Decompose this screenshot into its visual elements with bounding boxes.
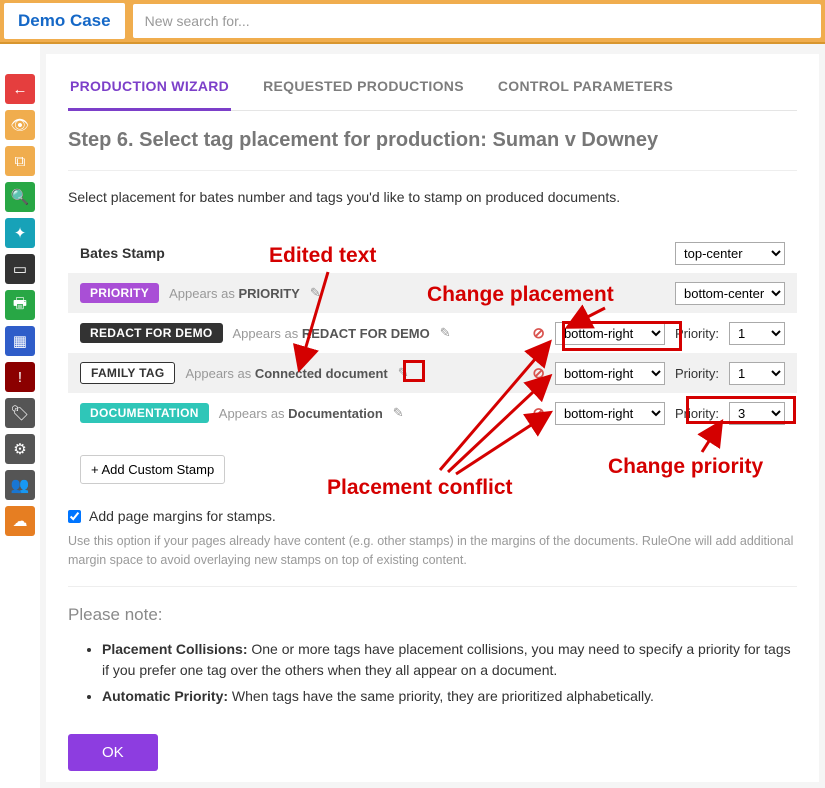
ok-button[interactable]: OK [68,734,158,771]
search-input[interactable] [133,4,821,38]
sidebar-button-2[interactable]: ⧉ [5,146,35,176]
notes-list: Placement Collisions: One or more tags h… [102,639,797,708]
add-custom-stamp-button[interactable]: + Add Custom Stamp [80,455,225,484]
sidebar-button-11[interactable]: 👥 [5,470,35,500]
tag-chip: REDACT FOR DEMO [80,323,223,343]
margins-label: Add page margins for stamps. [89,508,276,524]
stamp-rows: Bates Stamp top-centerbottom-centerbottom… [68,233,797,433]
tag-row: DOCUMENTATION Appears as Documentation ✎ ⊘ t… [68,393,797,433]
tag-chip: PRIORITY [80,283,159,303]
bates-placement-select[interactable]: top-centerbottom-centerbottom-rightbotto… [675,242,785,265]
note-auto: Automatic Priority: When tags have the s… [102,686,797,708]
appears-as-text: Appears as Connected document [185,366,387,381]
priority-label: Priority: [675,366,719,381]
sidebar-button-6[interactable]: 🖶 [5,290,35,320]
pencil-icon[interactable]: ✎ [393,405,404,421]
conflict-warning-icon: ⊘ [532,364,545,382]
sidebar-button-7[interactable]: ▦ [5,326,35,356]
sidebar-button-9[interactable]: 🏷 [5,398,35,428]
intro-text: Select placement for bates number and ta… [68,189,797,205]
tab-control-parameters[interactable]: CONTROL PARAMETERS [496,68,675,110]
note-collision: Placement Collisions: One or more tags h… [102,639,797,682]
bates-label: Bates Stamp [80,245,665,261]
appears-as-text: Appears as PRIORITY [169,286,300,301]
sidebar-button-4[interactable]: ✦ [5,218,35,248]
sidebar-button-1[interactable]: 👁 [5,110,35,140]
priority-select[interactable]: 12345 [729,402,785,425]
tag-row: PRIORITY Appears as PRIORITY ✎ top-centerbo… [68,273,797,313]
step-title: Step 6. Select tag placement for product… [68,129,797,152]
priority-label: Priority: [675,326,719,341]
appears-as-text: Appears as Documentation [219,406,383,421]
tag-chip: DOCUMENTATION [80,403,209,423]
priority-select[interactable]: 12345 [729,322,785,345]
separator-2 [68,586,797,587]
priority-label: Priority: [675,406,719,421]
tabs: PRODUCTION WIZARD REQUESTED PRODUCTIONS … [68,68,797,111]
placement-select[interactable]: top-centerbottom-centerbottom-rightbotto… [675,282,785,305]
priority-select[interactable]: 12345 [729,362,785,385]
sidebar: ← 👁 ⧉ 🔍 ✦ ▭ 🖶 ▦! 🏷 ⚙ 👥 ☁ [0,44,40,788]
main-panel: PRODUCTION WIZARD REQUESTED PRODUCTIONS … [46,54,819,782]
sidebar-button-3[interactable]: 🔍 [5,182,35,212]
placement-select[interactable]: top-centerbottom-centerbottom-rightbotto… [555,322,665,345]
sidebar-button-10[interactable]: ⚙ [5,434,35,464]
pencil-icon[interactable]: ✎ [398,365,409,381]
conflict-warning-icon: ⊘ [532,404,545,422]
sidebar-button-0[interactable]: ← [5,74,35,104]
please-note-title: Please note: [68,605,797,625]
margins-checkbox[interactable] [68,510,81,523]
tag-row: FAMILY TAG Appears as Connected document ✎… [68,353,797,393]
pencil-icon[interactable]: ✎ [440,325,451,341]
sidebar-button-12[interactable]: ☁ [5,506,35,536]
sidebar-button-8[interactable]: ! [5,362,35,392]
placement-select[interactable]: top-centerbottom-centerbottom-rightbotto… [555,362,665,385]
separator [68,170,797,171]
brand-label: Demo Case [4,3,125,39]
tab-requested-productions[interactable]: REQUESTED PRODUCTIONS [261,68,466,110]
conflict-warning-icon: ⊘ [532,324,545,342]
appears-as-text: Appears as REDACT FOR DEMO [233,326,430,341]
tag-row: REDACT FOR DEMO Appears as REDACT FOR DEM… [68,313,797,353]
sidebar-button-5[interactable]: ▭ [5,254,35,284]
margins-help: Use this option if your pages already ha… [68,532,797,570]
tag-chip: FAMILY TAG [80,362,175,384]
pencil-icon[interactable]: ✎ [310,285,321,301]
tab-production-wizard[interactable]: PRODUCTION WIZARD [68,68,231,111]
placement-select[interactable]: top-centerbottom-centerbottom-rightbotto… [555,402,665,425]
